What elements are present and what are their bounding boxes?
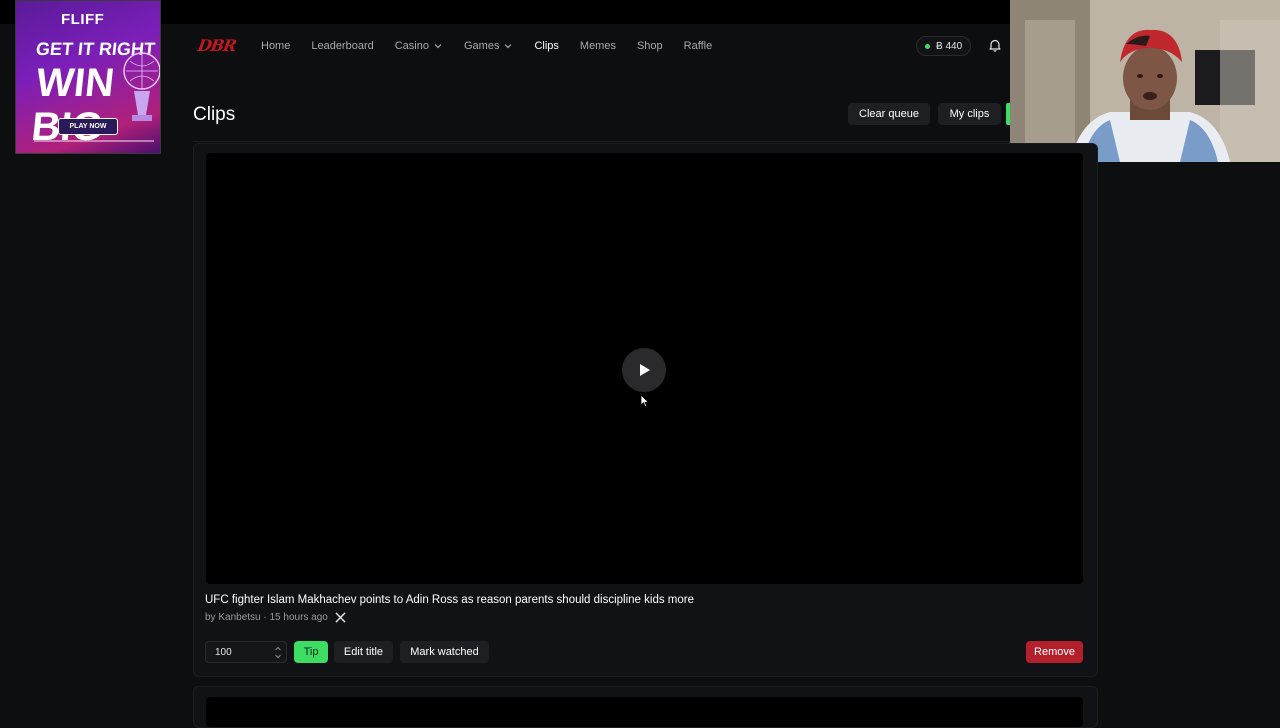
online-dot-icon [925,43,930,49]
balance-value: Ƀ 440 [936,40,963,52]
bell-icon[interactable] [988,38,1002,52]
fliff-ad-banner[interactable]: FLIFF GET IT RIGHT WIN BIG PLAY NOW [15,0,161,154]
divider [193,141,1010,142]
nav-casino-label: Casino [394,40,429,52]
tip-amount-value: 100 [215,646,232,658]
webcam-feed [1010,0,1280,162]
nav-casino[interactable]: Casino [395,40,443,52]
mouse-cursor-icon [640,394,650,408]
ad-brand: FLIFF [61,11,105,28]
ad-play-now-button[interactable]: PLAY NOW [58,118,118,135]
clip-author-time: by Kanbetsu · 15 hours ago [205,612,328,623]
remove-button[interactable]: Remove [1026,641,1083,663]
edit-title-button[interactable]: Edit title [334,641,393,663]
play-icon [640,364,650,376]
play-button[interactable] [622,348,666,392]
trophy-icon [123,52,160,121]
nav-games[interactable]: Games [464,40,513,52]
video-player-next[interactable] [206,697,1083,727]
my-clips-button[interactable]: My clips [938,103,1001,125]
mark-watched-button[interactable]: Mark watched [400,641,489,663]
nav-shop[interactable]: Shop [637,40,663,52]
nav-raffle[interactable]: Raffle [684,40,713,52]
main-nav: Home Leaderboard Casino Games Clips Meme… [261,24,733,68]
clip-meta: by Kanbetsu · 15 hours ago [205,612,346,623]
webcam-overlay [1010,0,1280,162]
site-logo[interactable]: DBR [196,36,237,55]
nav-leaderboard[interactable]: Leaderboard [311,40,373,52]
tip-amount-input[interactable]: 100 [205,641,287,663]
x-twitter-icon[interactable] [335,612,346,623]
add-clip-button-edge[interactable] [1006,103,1010,125]
clip-title: UFC fighter Islam Makhachev points to Ad… [205,594,694,606]
tip-button[interactable]: Tip [294,641,328,663]
nav-games-label: Games [463,40,500,52]
stepper-arrows-icon[interactable] [274,645,282,660]
chevron-down-icon [434,44,442,49]
nav-clips[interactable]: Clips [534,40,558,52]
nav-memes[interactable]: Memes [580,40,616,52]
ad-fine-print [34,140,154,142]
site-header: DBR Home Leaderboard Casino Games Clips … [160,24,1010,68]
balance-badge[interactable]: Ƀ 440 [916,36,972,56]
nav-home[interactable]: Home [261,40,290,52]
chevron-down-icon [505,44,512,49]
page-title: Clips [193,104,236,125]
clear-queue-button[interactable]: Clear queue [848,103,930,125]
